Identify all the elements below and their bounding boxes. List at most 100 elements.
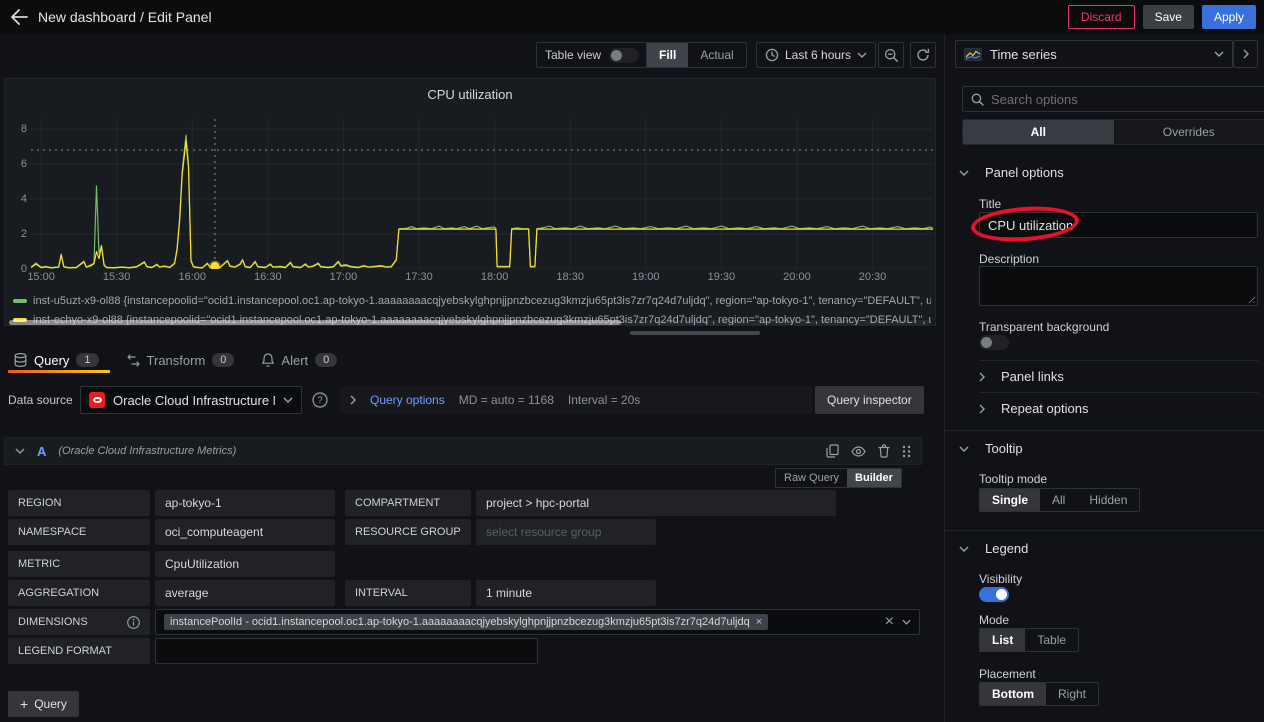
visualization-picker[interactable]: Time series: [955, 40, 1233, 68]
datasource-label: Data source: [8, 393, 73, 407]
back-arrow-icon[interactable]: [0, 0, 38, 34]
builder-option[interactable]: Builder: [847, 469, 901, 487]
metric-select[interactable]: CpuUtilization: [155, 551, 335, 577]
table-view-toggle[interactable]: [609, 48, 639, 63]
save-button[interactable]: Save: [1143, 5, 1194, 29]
legend-format-input[interactable]: [155, 638, 538, 664]
raw-query-option[interactable]: Raw Query: [776, 469, 847, 487]
chevron-down-icon: [959, 170, 969, 176]
namespace-select[interactable]: oci_computeagent: [155, 519, 335, 545]
x-tick-label: 20:00: [777, 271, 817, 283]
compartment-label: COMPARTMENT: [345, 490, 471, 516]
options-filter-tabs: All Overrides: [962, 119, 1264, 145]
dimensions-multiselect[interactable]: instancePoolId - ocid1.instancepool.oc1.…: [155, 609, 920, 635]
svg-text:?: ?: [317, 395, 322, 405]
compartment-select[interactable]: project > hpc-portal: [476, 490, 836, 516]
legend-mode-table[interactable]: Table: [1025, 629, 1078, 651]
resize-handle[interactable]: [1246, 294, 1255, 303]
discard-button[interactable]: Discard: [1068, 5, 1135, 29]
description-textarea[interactable]: [979, 266, 1258, 306]
region-label: REGION: [8, 490, 150, 516]
eye-icon[interactable]: [851, 444, 866, 458]
section-divider: [945, 530, 1264, 531]
options-search-input[interactable]: [991, 92, 1263, 107]
tab-alert[interactable]: Alert 0: [248, 345, 351, 375]
tooltip-mode-label: Tooltip mode: [979, 472, 1047, 486]
legend-mode-list[interactable]: List: [980, 629, 1025, 651]
resource-group-label: RESOURCE GROUP: [345, 519, 471, 545]
chevron-down-icon: [857, 52, 867, 58]
duplicate-icon[interactable]: [826, 444, 839, 458]
chevron-down-icon[interactable]: [902, 619, 911, 625]
active-tab-underline: [8, 370, 110, 373]
chevron-down-icon[interactable]: [15, 448, 25, 454]
clock-icon: [765, 48, 779, 62]
actual-option[interactable]: Actual: [688, 43, 745, 67]
zoom-out-button[interactable]: [878, 42, 904, 68]
query-inspector-button[interactable]: Query inspector: [815, 386, 924, 414]
tooltip-mode-segmented: Single All Hidden: [979, 488, 1140, 512]
interval-stat: Interval = 20s: [568, 393, 640, 407]
panel-preview: CPU utilization 02468 15:0015:3016:0016:…: [4, 78, 936, 326]
y-tick-label: 8: [7, 123, 27, 135]
grafana-edit-panel: New dashboard / Edit Panel Discard Save …: [0, 0, 1264, 722]
y-tick-label: 4: [7, 193, 27, 205]
dimension-tag-label: instancePoolId - ocid1.instancepool.oc1.…: [170, 616, 750, 628]
chevron-down-icon: [959, 546, 969, 552]
tooltip-mode-all[interactable]: All: [1040, 489, 1077, 511]
description-label: Description: [979, 252, 1039, 266]
database-icon: [14, 353, 27, 367]
legend-scrollbar-thumb[interactable]: [9, 320, 621, 325]
legend-visibility-toggle[interactable]: [979, 587, 1009, 602]
transparent-background-toggle[interactable]: [979, 335, 1009, 350]
panel-links-row[interactable]: Panel links: [979, 360, 1258, 392]
interval-select[interactable]: 1 minute: [476, 580, 656, 606]
time-series-chart[interactable]: [31, 119, 933, 269]
tooltip-mode-hidden[interactable]: Hidden: [1077, 489, 1139, 511]
tooltip-mode-single[interactable]: Single: [980, 489, 1040, 511]
x-tick-label: 18:00: [475, 271, 515, 283]
info-circle-icon[interactable]: [127, 616, 140, 629]
help-circle-icon[interactable]: ?: [312, 392, 328, 408]
aggregation-select[interactable]: average: [155, 580, 335, 606]
remove-tag-icon[interactable]: ×: [756, 616, 762, 628]
region-select[interactable]: ap-tokyo-1: [155, 490, 335, 516]
legend-item[interactable]: inst-u5uzt-x9-ol88 {instancepoolid="ocid…: [13, 291, 931, 310]
legend-section-header[interactable]: Legend: [959, 541, 1028, 556]
collapse-options-button[interactable]: [1233, 40, 1258, 68]
x-tick-label: 20:30: [853, 271, 893, 283]
tab-all[interactable]: All: [963, 120, 1114, 144]
tab-transform-label: Transform: [147, 353, 206, 368]
title-label: Title: [979, 197, 1001, 211]
query-ref-id[interactable]: A: [37, 444, 46, 459]
pane-resize-handle[interactable]: [630, 331, 760, 335]
placement-right[interactable]: Right: [1046, 683, 1098, 705]
chevron-right-icon[interactable]: [350, 395, 356, 405]
x-tick-label: 17:30: [399, 271, 439, 283]
panel-title-input[interactable]: [979, 212, 1258, 238]
resource-group-select[interactable]: select resource group: [476, 519, 656, 545]
refresh-icon: [916, 48, 930, 62]
drag-grip-icon[interactable]: [902, 444, 911, 458]
trash-icon[interactable]: [878, 444, 890, 458]
datasource-select[interactable]: Oracle Cloud Infrastructure Metrics: [80, 386, 302, 414]
panel-options-header[interactable]: Panel options: [959, 165, 1064, 180]
tab-overrides[interactable]: Overrides: [1114, 120, 1264, 144]
tooltip-section-title: Tooltip: [985, 441, 1023, 456]
time-range-picker[interactable]: Last 6 hours: [756, 42, 876, 68]
query-options-link[interactable]: Query options: [370, 393, 445, 407]
panel-options-title: Panel options: [985, 165, 1064, 180]
fill-option[interactable]: Fill: [647, 43, 688, 67]
tab-transform[interactable]: Transform 0: [113, 345, 249, 375]
placement-bottom[interactable]: Bottom: [980, 683, 1046, 705]
tooltip-section-header[interactable]: Tooltip: [959, 441, 1023, 456]
apply-button[interactable]: Apply: [1202, 5, 1256, 29]
x-tick-label: 15:00: [21, 271, 61, 283]
legend-mode-segmented: List Table: [979, 628, 1079, 652]
legend-placement-label: Placement: [979, 667, 1036, 681]
refresh-button[interactable]: [910, 42, 936, 68]
clear-all-icon[interactable]: ×: [885, 613, 894, 631]
add-query-button[interactable]: + Query: [8, 691, 79, 717]
x-tick-label: 15:30: [97, 271, 137, 283]
repeat-options-row[interactable]: Repeat options: [979, 392, 1258, 424]
